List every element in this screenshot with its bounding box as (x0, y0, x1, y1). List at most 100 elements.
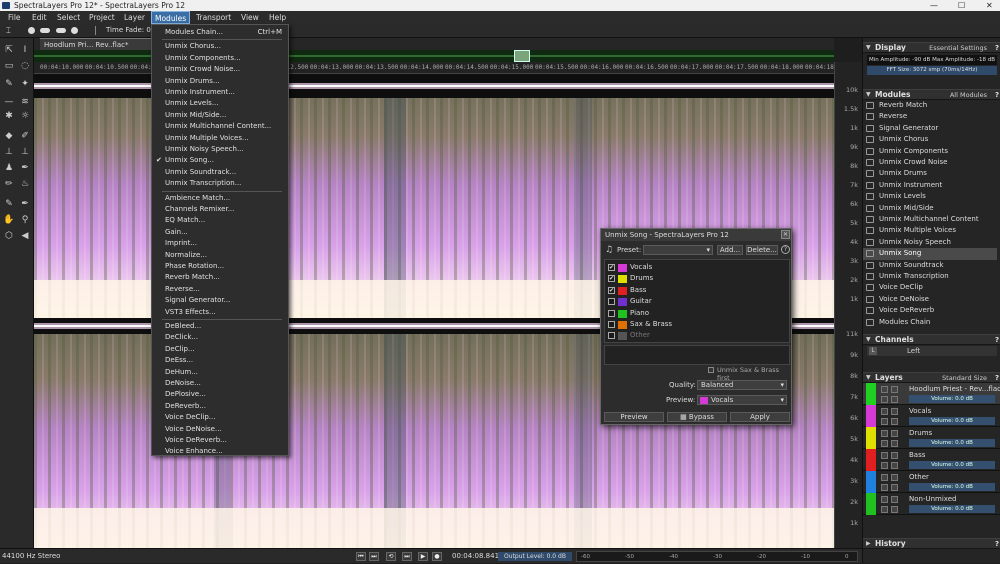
playhead-time[interactable]: 00:04:08.841 (452, 549, 499, 564)
dropper-tool-icon[interactable]: ✒ (19, 162, 31, 174)
zoom-tool-icon[interactable]: ⚲ (19, 214, 31, 226)
layer-visibility-icon[interactable] (881, 430, 888, 437)
layers-help-icon[interactable]: ? (995, 373, 999, 383)
harmonics-tool-icon[interactable]: ≋ (19, 96, 31, 108)
layer-mute-icon[interactable] (881, 440, 888, 447)
menu-item-module[interactable]: Voice DeReverb... (152, 435, 288, 446)
channel-row-left[interactable]: L Left (867, 346, 997, 356)
layer-solo-icon[interactable] (891, 418, 898, 425)
preview-button[interactable]: Preview (604, 412, 664, 422)
stem-checkbox[interactable]: ✔ (608, 275, 615, 283)
stem-row-bass[interactable]: ✔ Bass (604, 285, 788, 296)
menu-item-module[interactable]: EQ Match... (152, 215, 288, 226)
close-icon[interactable]: ✕ (986, 0, 993, 11)
menu-modules[interactable]: Modules (151, 11, 191, 24)
menu-item-module[interactable]: Voice Enhance... (152, 446, 288, 457)
cursor-icon[interactable]: ⌶ (6, 26, 11, 36)
stem-checkbox[interactable] (608, 298, 615, 306)
menu-item-module[interactable]: DeNoise... (152, 378, 288, 389)
layer-visibility-icon[interactable] (881, 496, 888, 503)
layers-panel-header[interactable]: ▼ Layers Standard Size ? (863, 372, 1000, 383)
prev-icon[interactable]: ⏭ (369, 552, 379, 561)
preview-select[interactable]: Vocals ▾ (697, 395, 787, 405)
menu-item-module[interactable]: DeReverb... (152, 401, 288, 412)
module-item[interactable]: Voice DeReverb (863, 305, 997, 316)
layer-solo-icon[interactable] (891, 484, 898, 491)
quality-select[interactable]: Balanced ▾ (697, 380, 787, 390)
layer-mute-icon[interactable] (881, 396, 888, 403)
display-panel-header[interactable]: ▼ Display Essential Settings ? (863, 42, 1000, 53)
layer-volume[interactable]: Volume: 0.0 dB (909, 483, 995, 491)
menu-item-module[interactable]: Channels Remixer... (152, 204, 288, 215)
apply-button[interactable]: Apply (730, 412, 790, 422)
menu-item-module[interactable]: Normalize... (152, 250, 288, 261)
menu-view[interactable]: View (238, 11, 262, 24)
module-item[interactable]: Unmix Crowd Noise (863, 157, 997, 168)
bucket-tool-icon[interactable]: ♨ (19, 178, 31, 190)
menu-item-module[interactable]: Unmix Drums... (152, 76, 288, 87)
speaker-tool-icon[interactable]: ◀ (19, 230, 31, 242)
pencil-tool-icon[interactable]: ✐ (19, 130, 31, 142)
layer-row[interactable]: Other Volume: 0.0 dB (863, 471, 1000, 493)
collapse-icon[interactable]: ▼ (866, 373, 871, 383)
move-tool-icon[interactable]: ⇱ (3, 44, 15, 56)
history-help-icon[interactable]: ? (995, 539, 999, 549)
menu-item-module[interactable]: Unmix Crowd Noise... (152, 64, 288, 75)
brush-shape-icon[interactable] (28, 27, 35, 34)
module-item[interactable]: Unmix Noisy Speech (863, 237, 997, 248)
layer-visibility-icon[interactable] (881, 408, 888, 415)
module-item[interactable]: Reverse (863, 111, 997, 122)
collapse-icon[interactable]: ▼ (866, 335, 871, 345)
menu-item-module[interactable]: Voice DeNoise... (152, 424, 288, 435)
layer-color-swatch[interactable] (866, 449, 876, 471)
menu-item-module[interactable]: DeClick... (152, 332, 288, 343)
menu-item-module[interactable]: Unmix Soundtrack... (152, 167, 288, 178)
display-help-icon[interactable]: ? (995, 43, 999, 53)
layer-lock-icon[interactable] (891, 430, 898, 437)
menu-item-module[interactable]: ✔ Unmix Song... (152, 155, 288, 166)
fft-size[interactable]: FFT Size: 3072 smp (70ms/14Hz) (867, 66, 997, 75)
menu-item-module[interactable]: Voice DeClip... (152, 412, 288, 423)
stem-row-piano[interactable]: Piano (604, 308, 788, 319)
display-preset[interactable]: Essential Settings (929, 43, 987, 53)
menu-item-module[interactable]: DeEss... (152, 355, 288, 366)
menu-item-modules-chain[interactable]: Modules Chain... Ctrl+M (152, 27, 288, 38)
layer-lock-icon[interactable] (891, 474, 898, 481)
menu-item-module[interactable]: DePlosive... (152, 389, 288, 400)
menu-file[interactable]: File (5, 11, 24, 24)
layer-row[interactable]: Bass Volume: 0.0 dB (863, 449, 1000, 471)
layer-color-swatch[interactable] (866, 427, 876, 449)
menu-item-module[interactable]: Unmix Components... (152, 53, 288, 64)
unmix-first-checkbox[interactable] (708, 367, 714, 373)
loop-icon[interactable]: ⟲ (386, 552, 396, 561)
modules-filter[interactable]: All Modules (950, 90, 987, 100)
menu-edit[interactable]: Edit (29, 11, 50, 24)
menu-item-module[interactable]: DeHum... (152, 367, 288, 378)
menu-project[interactable]: Project (86, 11, 118, 24)
layer-color-swatch[interactable] (866, 405, 876, 427)
rect-select-tool-icon[interactable]: ▭ (3, 60, 15, 72)
stem-checkbox[interactable] (608, 332, 615, 340)
layer-color-swatch[interactable] (866, 493, 876, 515)
module-item[interactable]: Unmix Components (863, 146, 997, 157)
layer-row[interactable]: Vocals Volume: 0.0 dB (863, 405, 1000, 427)
preset-select[interactable]: ▾ (643, 245, 713, 255)
layer-volume[interactable]: Volume: 0.0 dB (909, 505, 995, 513)
module-item[interactable]: Voice DeNoise (863, 294, 997, 305)
brush-shape-icon[interactable] (71, 27, 78, 34)
module-item[interactable]: Modules Chain (863, 317, 997, 328)
module-item[interactable]: Unmix Multiple Voices (863, 225, 997, 236)
module-item[interactable]: Unmix Multichannel Content (863, 214, 997, 225)
menu-item-module[interactable]: Unmix Transcription... (152, 178, 288, 189)
layer-visibility-icon[interactable] (881, 452, 888, 459)
layer-row[interactable]: Hoodlum Priest - Rev...flac Volume: 0.0 d… (863, 383, 1000, 405)
brush-tool-icon[interactable]: ✏ (3, 178, 15, 190)
stem-checkbox[interactable] (608, 309, 615, 317)
layer-mute-icon[interactable] (881, 418, 888, 425)
layer-lock-icon[interactable] (891, 452, 898, 459)
stem-row-vocals[interactable]: ✔ Vocals (604, 262, 788, 273)
stem-row-other[interactable]: Other (604, 330, 788, 341)
history-panel-header[interactable]: ▶ History ? (863, 538, 1000, 549)
layer-mute-icon[interactable] (881, 462, 888, 469)
brush-shape-icon[interactable] (40, 28, 50, 33)
